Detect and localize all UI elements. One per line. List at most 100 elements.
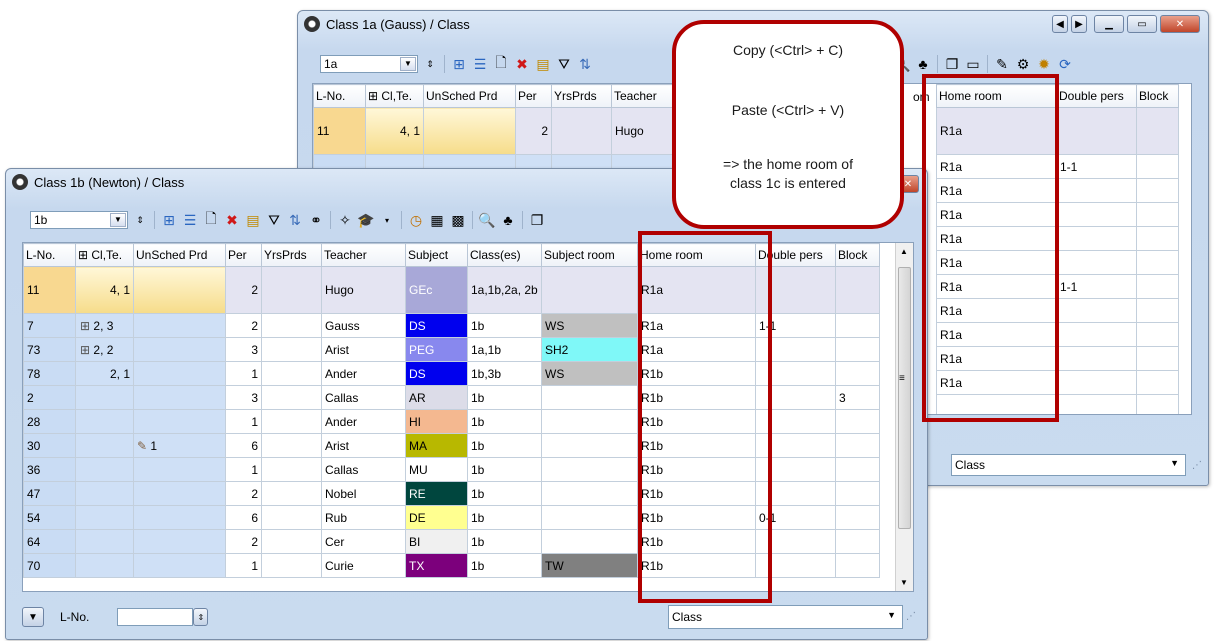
report-icon[interactable]: ▤ (244, 211, 262, 229)
table-row[interactable]: 28 1 Ander HI 1b R1b (23, 409, 880, 434)
cell-double-pers[interactable] (1056, 346, 1137, 371)
cell-teacher[interactable]: Hugo (611, 107, 676, 155)
cell-teacher[interactable]: Ander (321, 361, 406, 386)
cell-double-pers[interactable]: 1-1 (1056, 154, 1137, 179)
cell-home-room[interactable]: R1a (637, 266, 756, 314)
cell-classes[interactable]: 1b (467, 385, 542, 410)
close-button[interactable]: ✕ (1160, 15, 1200, 33)
table-row[interactable]: 47 2 Nobel RE 1b R1b (23, 481, 880, 506)
next-arrow-icon[interactable]: ▶ (1071, 15, 1087, 33)
status-combo[interactable]: Class ▼ (668, 605, 903, 629)
cell-unsched[interactable]: ✎ 1 (133, 433, 226, 458)
cell-classes[interactable]: 1b (467, 505, 542, 530)
cell-block[interactable] (1136, 370, 1179, 395)
table-row[interactable]: 64 2 Cer BI 1b R1b (23, 529, 880, 554)
col-subject[interactable]: Subject (405, 243, 468, 267)
cell-block[interactable] (1136, 250, 1179, 275)
chevron-down-icon[interactable]: ▼ (887, 610, 896, 620)
cell-subject-room[interactable] (541, 505, 638, 530)
cell-lno[interactable]: 28 (23, 409, 76, 434)
cell-unsched[interactable] (133, 505, 226, 530)
cell-subject[interactable]: MU (405, 457, 468, 482)
wand-icon[interactable]: ✧ (336, 211, 354, 229)
cell-teacher[interactable]: Curie (321, 553, 406, 578)
new-record-icon[interactable]: 🗋 (202, 210, 220, 229)
cell-home-room[interactable]: R1b (637, 361, 756, 386)
table-row[interactable]: 7 ⊞ 2, 3 2 Gauss DS 1b WS R1a 1-1 (23, 313, 880, 338)
cell-double-pers[interactable] (755, 409, 836, 434)
cell-block[interactable] (835, 409, 880, 434)
cell-double-pers[interactable] (1056, 178, 1137, 203)
palette-icon[interactable]: ✎ (993, 55, 1011, 73)
col-subject-room[interactable]: Subject room (541, 243, 638, 267)
class-selector[interactable]: 1b ▼ (30, 211, 128, 229)
cell-unsched[interactable] (133, 457, 226, 482)
cell-lno[interactable]: 78 (23, 361, 76, 386)
cell-subject[interactable]: DE (405, 505, 468, 530)
cell-block[interactable] (1136, 202, 1179, 227)
cell-lno[interactable]: 73 (23, 337, 76, 362)
cell-clte[interactable] (75, 385, 134, 410)
cell-unsched[interactable] (133, 553, 226, 578)
cell-lno[interactable]: 64 (23, 529, 76, 554)
cell-classes[interactable]: 1b (467, 457, 542, 482)
cell-clte[interactable] (75, 457, 134, 482)
cell-per[interactable]: 2 (515, 107, 552, 155)
cell-teacher[interactable]: Callas (321, 457, 406, 482)
cell-unsched[interactable] (423, 107, 516, 155)
cell-subject-room[interactable]: WS (541, 313, 638, 338)
table-row[interactable]: 11 4, 1 2 Hugo (313, 107, 676, 155)
cell-double-pers[interactable]: 1-1 (755, 313, 836, 338)
cell-block[interactable] (1136, 226, 1179, 251)
table-row[interactable]: R1a (936, 107, 1179, 155)
cell-subject-room[interactable] (541, 481, 638, 506)
cell-classes[interactable]: 1b,3b (467, 361, 542, 386)
col-yrsprds[interactable]: YrsPrds (261, 243, 322, 267)
cell-classes[interactable]: 1b (467, 409, 542, 434)
cell-block[interactable] (835, 337, 880, 362)
cell-per[interactable]: 3 (225, 337, 262, 362)
cell-lno[interactable]: 36 (23, 457, 76, 482)
cell-teacher[interactable]: Cer (321, 529, 406, 554)
cell-home-room[interactable]: R1a (936, 154, 1057, 179)
copy-icon[interactable]: ❐ (943, 55, 961, 73)
cell-unsched[interactable] (133, 313, 226, 338)
cell-teacher[interactable]: Callas (321, 385, 406, 410)
scroll-down-icon[interactable]: ▼ (900, 578, 908, 587)
cell-classes[interactable]: 1a,1b,2a, 2b (467, 266, 542, 314)
col-teacher[interactable]: Teacher (611, 84, 676, 108)
col-home-room[interactable]: Home room (637, 243, 756, 267)
table-row[interactable]: R1a (936, 226, 1179, 251)
cell-double-pers[interactable] (755, 433, 836, 458)
cell-double-pers[interactable] (755, 266, 836, 314)
col-home-room[interactable]: Home room (936, 84, 1057, 108)
cell-clte[interactable]: 4, 1 (75, 266, 134, 314)
cell-teacher[interactable]: Nobel (321, 481, 406, 506)
cell-block[interactable]: 3 (835, 385, 880, 410)
search-icon[interactable]: 🔍 (478, 211, 496, 229)
cell-clte[interactable]: ⊞ 2, 2 (75, 337, 134, 362)
chevron-down-icon[interactable]: ▼ (400, 57, 416, 71)
sort-icon[interactable]: ⇅ (576, 55, 594, 73)
cell-yrsprds[interactable] (261, 337, 322, 362)
cell-home-room[interactable]: R1a (936, 178, 1057, 203)
cell-subject[interactable]: AR (405, 385, 468, 410)
cell-home-room[interactable]: R1a (637, 337, 756, 362)
col-unsched[interactable]: UnSched Prd (133, 243, 226, 267)
resize-grip-icon[interactable]: ⋰ (1192, 460, 1202, 471)
table-row[interactable]: R1a 1-1 (936, 154, 1179, 179)
cell-yrsprds[interactable] (261, 266, 322, 314)
cell-per[interactable]: 2 (225, 266, 262, 314)
chevron-down-icon[interactable]: ▼ (22, 607, 44, 627)
cell-classes[interactable]: 1b (467, 553, 542, 578)
table-row[interactable]: R1a (936, 322, 1179, 347)
table-row[interactable]: R1a 1-1 (936, 274, 1179, 299)
table-row[interactable]: 2 3 Callas AR 1b R1b 3 (23, 385, 880, 410)
cell-home-room[interactable]: R1a (936, 346, 1057, 371)
table-row[interactable]: 11 4, 1 2 Hugo GEc 1a,1b,2a, 2b R1a (23, 266, 880, 314)
cell-subject[interactable]: RE (405, 481, 468, 506)
gear-icon[interactable]: ✹ (1035, 55, 1053, 73)
prev-arrow-icon[interactable]: ◀ (1052, 15, 1068, 33)
cell-block[interactable] (835, 529, 880, 554)
table-row[interactable]: 54 6 Rub DE 1b R1b 0-1 (23, 505, 880, 530)
